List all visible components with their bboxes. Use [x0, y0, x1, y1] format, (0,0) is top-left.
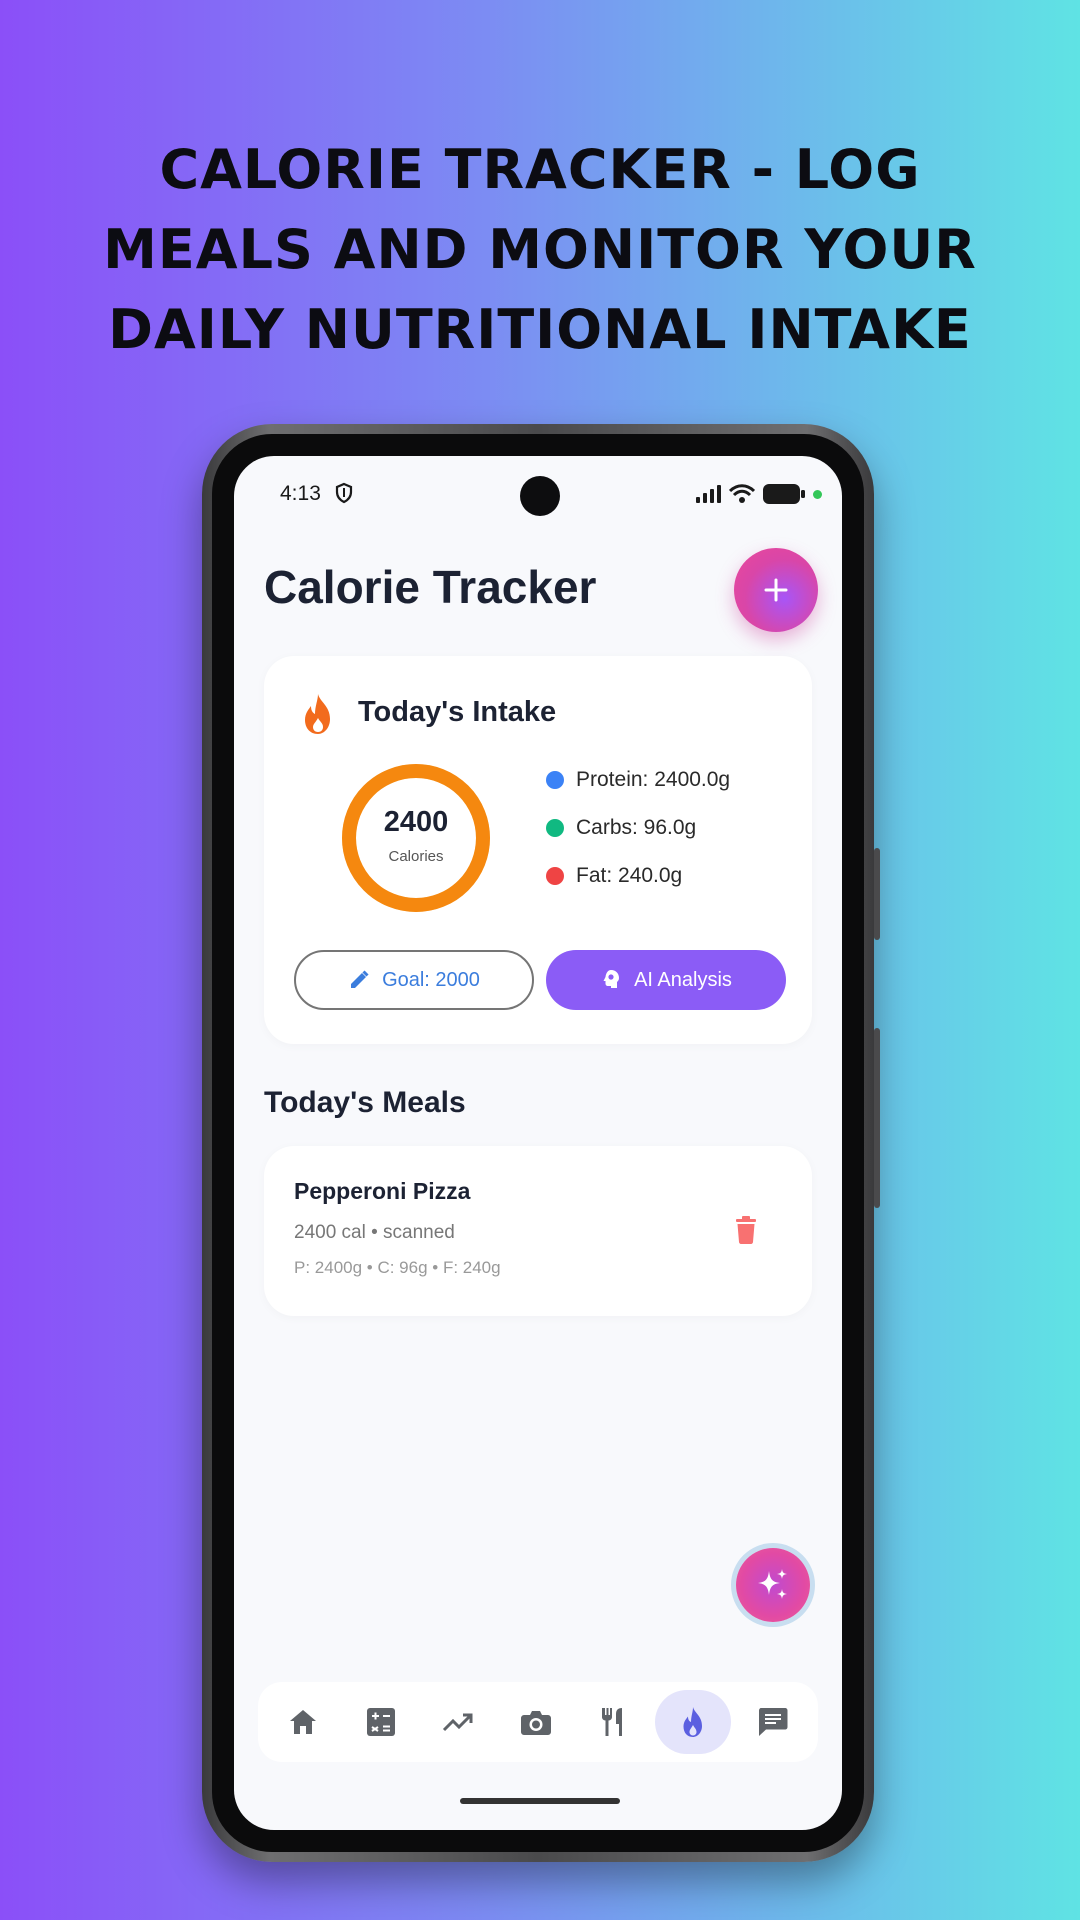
- front-camera: [520, 476, 560, 516]
- headline-line-2: MEALS AND MONITOR YOUR: [103, 218, 977, 281]
- fat-dot: [546, 867, 564, 885]
- carbs-dot: [546, 819, 564, 837]
- nav-progress[interactable]: [422, 1690, 494, 1754]
- meal-macros: P: 2400g • C: 96g • F: 240g: [294, 1258, 501, 1277]
- sparkles-icon: [758, 1569, 787, 1599]
- macro-fat: Fat: 240.0g: [546, 864, 682, 888]
- add-meal-button[interactable]: [734, 548, 818, 632]
- todays-intake-card: Today's Intake 2400 Calories Protein: 24…: [264, 656, 812, 1044]
- nav-camera[interactable]: [500, 1690, 572, 1754]
- status-icons: [695, 484, 822, 504]
- plus-icon: [764, 578, 788, 602]
- delete-meal-icon[interactable]: [734, 1216, 758, 1244]
- trending-up-icon: [443, 1713, 473, 1732]
- headline-line-3: DAILY NUTRITIONAL INTAKE: [108, 298, 972, 361]
- macro-fat-label: Fat: 240.0g: [576, 864, 683, 887]
- brain-head-icon: [603, 970, 620, 988]
- goal-label: Goal: 2000: [382, 968, 480, 991]
- ai-assistant-button[interactable]: [736, 1548, 810, 1622]
- intake-title: Today's Intake: [358, 696, 557, 728]
- meal-card[interactable]: Pepperoni Pizza 2400 cal • scanned P: 24…: [264, 1146, 812, 1316]
- macro-protein-label: Protein: 2400.0g: [576, 768, 731, 791]
- home-indicator[interactable]: [460, 1798, 620, 1804]
- headline: CALORIE TRACKER - LOG MEALS AND MONITOR …: [0, 130, 1080, 370]
- fire-icon: [683, 1707, 703, 1737]
- protein-dot: [546, 771, 564, 789]
- nav-home[interactable]: [267, 1690, 339, 1754]
- status-bar: 4:13: [234, 456, 842, 536]
- headline-line-1: CALORIE TRACKER - LOG: [159, 138, 921, 201]
- ai-analysis-label: AI Analysis: [634, 968, 732, 991]
- camera-icon: [520, 1711, 551, 1735]
- bottom-navigation: [258, 1682, 818, 1762]
- meal-meta: 2400 cal • scanned: [294, 1222, 455, 1243]
- pencil-icon: [351, 970, 369, 988]
- ai-analysis-button[interactable]: AI Analysis: [546, 950, 786, 1010]
- volume-button: [874, 848, 880, 940]
- chat-icon: [759, 1708, 788, 1736]
- status-time: 4:13: [280, 482, 321, 505]
- phone-frame: 4:13 Calorie Tracker Today's Intake 2400…: [202, 424, 880, 1862]
- power-button: [874, 1028, 880, 1208]
- nav-chat[interactable]: [737, 1690, 809, 1754]
- calculator-icon: [366, 1708, 395, 1736]
- wifi-icon: [729, 484, 755, 503]
- meal-name: Pepperoni Pizza: [294, 1178, 471, 1204]
- privacy-indicator: [813, 489, 822, 499]
- nav-calories[interactable]: [655, 1690, 732, 1754]
- meals-section-title: Today's Meals: [264, 1086, 466, 1119]
- fire-icon: [305, 694, 330, 734]
- home-icon: [289, 1710, 316, 1734]
- macro-carbs: Carbs: 96.0g: [546, 816, 696, 840]
- macro-protein: Protein: 2400.0g: [546, 768, 730, 792]
- calorie-label: Calories: [388, 848, 444, 865]
- battery-icon: [763, 484, 805, 504]
- app-screen: 4:13 Calorie Tracker Today's Intake 2400…: [234, 456, 842, 1830]
- page-title: Calorie Tracker: [264, 561, 597, 613]
- shield-icon: [335, 482, 353, 504]
- nav-meals[interactable]: [578, 1690, 650, 1754]
- macro-carbs-label: Carbs: 96.0g: [576, 816, 697, 839]
- restaurant-icon: [601, 1708, 622, 1736]
- calorie-total: 2400: [383, 806, 449, 838]
- edit-goal-button[interactable]: Goal: 2000: [294, 950, 534, 1010]
- nav-calculator[interactable]: [345, 1690, 417, 1754]
- signal-icon: [696, 485, 721, 503]
